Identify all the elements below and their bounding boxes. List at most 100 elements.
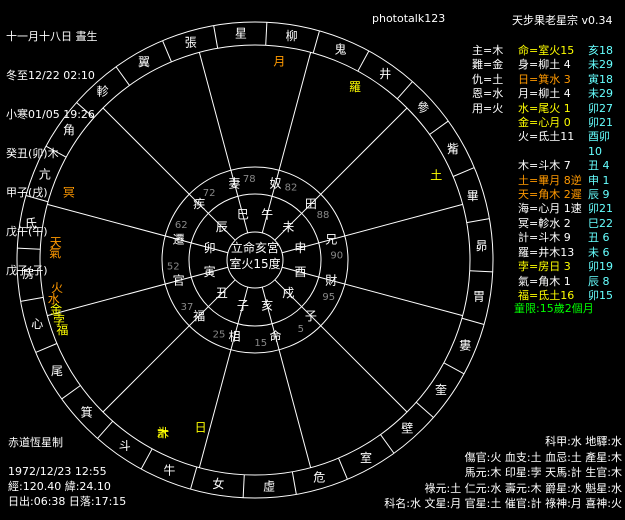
palace-label: 官 <box>173 272 185 287</box>
ruler-cell <box>472 202 518 216</box>
planet-cell: 計=斗木 9 <box>518 231 571 245</box>
planet-row: 用=火 水=尾火 1 卯27 <box>472 102 622 116</box>
age-label: 52 <box>167 262 180 273</box>
branch-label: 酉 <box>294 265 306 279</box>
ruler-cell <box>472 217 518 231</box>
age-label: 95 <box>322 292 335 303</box>
planet-row: 羅=井木13 未 6 <box>472 246 622 260</box>
chart-star: 土 <box>430 168 442 182</box>
header-line: 冬至12/22 02:10 <box>6 69 95 82</box>
age-label: 72 <box>203 188 216 199</box>
mansion-label: 張 <box>185 35 197 49</box>
mansion-label: 奎 <box>435 382 447 397</box>
ruler-cell: 難=金 <box>472 58 504 72</box>
ruler-cell <box>472 275 518 289</box>
planet-cell: 氣=角木 1 <box>518 274 571 288</box>
mansion-label: 參 <box>417 100 429 115</box>
mansion-label: 心 <box>31 317 43 331</box>
branch-cell: 亥18 <box>588 44 613 57</box>
header-info: 十一月十八日 晝生 冬至12/22 02:10 小寒01/05 19:26 癸丑… <box>6 4 98 290</box>
br-line: 傷官:火 血支:土 血忌:土 產星:木 <box>464 450 622 464</box>
planet-cell: 金=心月 0 <box>518 116 571 130</box>
palace-label: 兄 <box>325 233 337 247</box>
planet-table: 主=木 命=室火15 亥18 難=金 身=柳土 4 未29 仇=土 日=箕水 3 寅18 恩=水月… <box>472 44 622 303</box>
header-line: 十一月十八日 晝生 <box>6 30 98 43</box>
ruler-cell <box>472 174 518 188</box>
planet-row: 計=斗木 9 丑 6 <box>472 231 622 245</box>
branch-label: 申 <box>294 241 306 255</box>
planet-cell: 海=心月 1速 <box>518 202 582 216</box>
planet-cell: 天=角木 2遲 <box>518 188 582 202</box>
palace-label: 相 <box>229 329 241 343</box>
branch-label: 丑 <box>216 286 228 300</box>
planet-cell: 孛=房日 3 <box>518 260 571 274</box>
palace-label: 命 <box>269 328 281 343</box>
mansion-label: 尾 <box>51 364 63 378</box>
age-label: 37 <box>181 302 194 313</box>
mansion-label: 觜 <box>447 142 459 156</box>
branch-label: 未 <box>282 220 294 234</box>
branch-label: 午 <box>261 208 273 222</box>
branch-label: 寅 <box>204 264 216 279</box>
planet-row: 仇=土 日=箕水 3 寅18 <box>472 73 622 87</box>
birth-line: 日出:06:38 日落:17:15 <box>8 495 127 508</box>
planet-cell: 命=室火15 <box>518 44 575 57</box>
center-line-2: 室火15度 <box>229 256 280 271</box>
branch-cell: 卯21 <box>588 116 613 130</box>
planet-row: 主=木 命=室火15 亥18 <box>472 44 622 58</box>
mansion-label: 虛 <box>263 480 275 494</box>
header-line: 戊子(子) <box>6 264 48 277</box>
branch-cell: 申 1 <box>588 173 610 187</box>
chart-star: 水 <box>48 292 60 306</box>
header-line: 癸丑(卯)木 <box>6 147 59 160</box>
branch-cell: 丑 4 <box>588 159 610 173</box>
header-line: 小寒01/05 19:26 <box>6 108 95 121</box>
ruler-cell <box>472 289 518 303</box>
br-line: 科甲:水 地驛:水 <box>545 435 622 448</box>
branch-cell: 巳22 <box>588 216 613 230</box>
age-label: 62 <box>175 220 188 231</box>
ruler-cell: 主=木 <box>472 44 504 57</box>
branch-label: 卯 <box>204 241 216 255</box>
chart-star: 計 <box>157 425 169 440</box>
ruler-cell: 用=火 <box>472 101 504 115</box>
tonglin-label: 童限:15歲2個月 <box>514 302 594 315</box>
mansion-label: 斗 <box>119 439 131 453</box>
system-label: 赤道恆星制 <box>8 436 63 449</box>
palace-label: 田 <box>305 197 317 211</box>
branch-cell: 卯21 <box>588 202 613 216</box>
planet-row: 木=斗木 7 丑 4 <box>472 159 622 173</box>
age-label: 82 <box>285 182 298 193</box>
branch-cell: 卯27 <box>588 101 613 115</box>
branch-cell: 寅18 <box>588 72 613 86</box>
mansion-label: 婁 <box>459 339 471 353</box>
planet-row: 難=金 身=柳土 4 未29 <box>472 58 622 72</box>
ruler-cell <box>472 188 518 202</box>
planet-cell: 身=柳土 4 <box>518 58 571 72</box>
branch-cell: 未29 <box>588 87 613 101</box>
branch-label: 子 <box>237 298 249 312</box>
planet-row: 孛=房日 3 卯19 <box>472 260 622 274</box>
planet-row: 恩=水 月=柳土 4 未29 <box>472 87 622 101</box>
mansion-label: 牛 <box>163 462 175 477</box>
planet-cell: 火=氐土11 <box>518 130 575 144</box>
planet-cell: 水=尾火 1 <box>518 101 571 115</box>
birth-line: 經:120.40 緯:24.10 <box>8 480 111 493</box>
age-label: 5 <box>298 324 304 335</box>
planet-row: 冥=軫水 2 巳22 <box>472 217 622 231</box>
mansion-label: 箕 <box>81 405 93 419</box>
header-line: 甲子(戌) <box>6 186 48 199</box>
ruler-cell: 仇=土 <box>472 72 504 86</box>
branch-label: 辰 <box>216 220 228 234</box>
palace-label: 子 <box>305 309 317 323</box>
ruler-cell <box>472 260 518 274</box>
ruler-cell <box>472 246 518 260</box>
planet-cell: 土=畢月 8逆 <box>518 173 582 187</box>
mansion-label: 軫 <box>97 84 109 99</box>
ruler-cell: 恩=水 <box>472 87 504 101</box>
branch-label: 戌 <box>282 286 294 300</box>
birth-line: 1972/12/23 12:55 <box>8 465 107 478</box>
branch-cell: 辰 8 <box>588 274 610 288</box>
branch-cell: 丑 6 <box>588 231 610 245</box>
br-line: 馬元:木 印星:孛 天馬:計 生官:木 <box>464 466 622 479</box>
